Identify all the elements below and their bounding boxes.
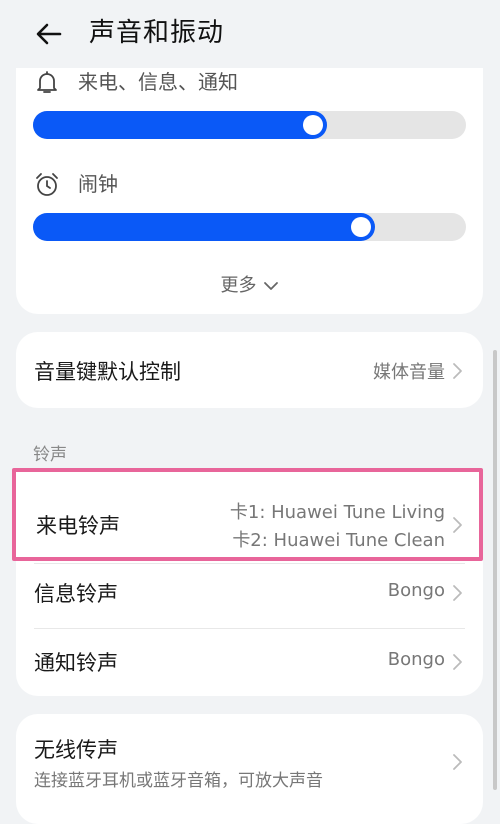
incoming-ringtone-card2: 卡2: Huawei Tune Clean	[232, 530, 445, 551]
wireless-desc: 连接蓝牙耳机或蓝牙音箱，可放大声音	[34, 771, 323, 791]
volume-key-label: 音量键默认控制	[34, 360, 181, 384]
ringtone-volume-slider[interactable]	[33, 111, 466, 139]
header: 声音和振动	[0, 0, 500, 68]
back-arrow-icon	[36, 23, 62, 45]
more-button[interactable]: 更多	[16, 271, 483, 301]
alarm-volume-label: 闹钟	[78, 172, 118, 196]
bell-icon	[37, 71, 57, 93]
notification-ringtone-value: Bongo	[387, 649, 445, 670]
ringtone-volume-fill	[33, 111, 327, 139]
back-button[interactable]	[30, 14, 70, 54]
incoming-ringtone-label: 来电铃声	[36, 514, 120, 538]
chevron-right-icon	[453, 754, 462, 770]
chevron-right-icon	[453, 654, 462, 670]
incoming-ringtone-card1: 卡1: Huawei Tune Living	[229, 502, 445, 523]
alarm-volume-thumb[interactable]	[351, 217, 371, 237]
alarm-volume-slider[interactable]	[33, 213, 466, 241]
chevron-right-icon	[453, 517, 462, 533]
volume-key-value: 媒体音量	[373, 362, 445, 383]
page-title: 声音和振动	[89, 18, 225, 48]
message-ringtone-label: 信息铃声	[34, 582, 118, 606]
incoming-ringtone-row[interactable]: 来电铃声 卡1: Huawei Tune Living 卡2: Huawei T…	[12, 468, 483, 561]
ringtone-volume-label: 来电、信息、通知	[78, 70, 238, 94]
notification-ringtone-row[interactable]: 通知铃声 Bongo	[16, 629, 483, 693]
alarm-volume-fill	[33, 213, 375, 241]
ringtone-volume-thumb[interactable]	[303, 115, 323, 135]
chevron-right-icon	[453, 585, 462, 601]
ringtones-section-title: 铃声	[33, 445, 67, 465]
message-ringtone-value: Bongo	[387, 580, 445, 601]
volume-key-card[interactable]: 音量键默认控制 媒体音量	[16, 332, 483, 408]
more-label: 更多	[220, 275, 257, 296]
scrollbar[interactable]	[493, 350, 497, 790]
message-ringtone-row[interactable]: 信息铃声 Bongo	[16, 564, 483, 628]
wireless-label: 无线传声	[34, 738, 118, 762]
chevron-right-icon	[453, 363, 462, 379]
wireless-card[interactable]: 无线传声 连接蓝牙耳机或蓝牙音箱，可放大声音	[16, 714, 483, 824]
alarm-clock-icon	[36, 173, 58, 196]
notification-ringtone-label: 通知铃声	[34, 651, 118, 675]
chevron-down-icon	[263, 282, 278, 290]
volume-card: 来电、信息、通知 闹钟 更多	[16, 68, 483, 314]
